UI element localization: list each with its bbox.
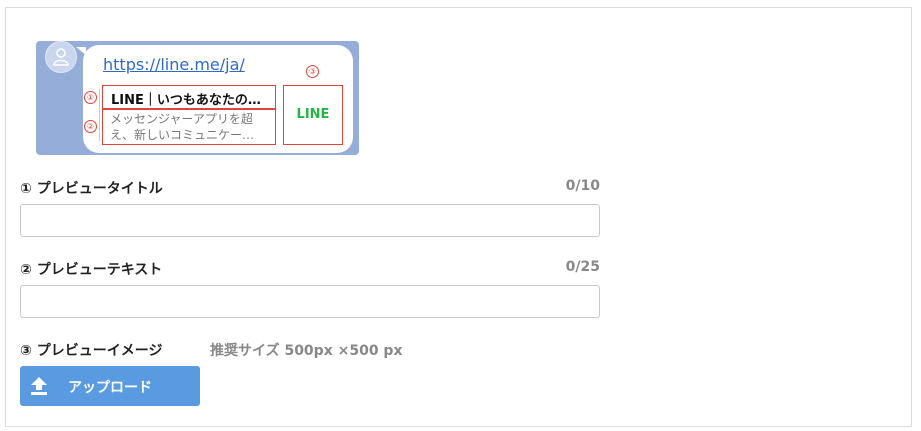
marker-1: ① <box>84 91 97 104</box>
title-field-label: ① プレビュータイトル <box>20 181 163 197</box>
upload-icon <box>31 377 47 395</box>
preview-title: LINE｜いつもあなたの… <box>111 93 261 108</box>
user-icon <box>53 48 69 66</box>
image-field-label: ③ プレビューイメージ <box>20 343 163 359</box>
avatar <box>45 41 77 73</box>
upload-button[interactable]: アップロード <box>20 366 200 406</box>
preview-title-box: LINE｜いつもあなたの… <box>102 85 276 109</box>
title-char-counter: 0/10 <box>565 178 600 194</box>
text-char-counter: 0/25 <box>565 259 600 275</box>
title-input[interactable] <box>20 204 600 237</box>
preview-text-line: え、新しいコミュニケー… <box>110 128 255 142</box>
text-input[interactable] <box>20 285 600 318</box>
marker-3: ③ <box>306 65 319 78</box>
preview-text-box: メッセンジャーアプリを超 え、新しいコミュニケー… <box>102 109 276 145</box>
link-preview: https://line.me/ja/ ① ② ③ LINE｜いつもあなたの… … <box>36 41 359 155</box>
message-bubble: https://line.me/ja/ ① ② ③ LINE｜いつもあなたの… … <box>83 45 353 153</box>
image-size-hint: 推奨サイズ 500px ×500 px <box>210 343 403 359</box>
line-logo: LINE <box>296 107 330 122</box>
upload-label: アップロード <box>68 379 152 395</box>
preview-image-box: LINE <box>283 85 343 145</box>
preview-text-line: メッセンジャーアプリを超 <box>110 112 253 126</box>
preview-url[interactable]: https://line.me/ja/ <box>103 55 245 74</box>
divider-line <box>99 89 100 141</box>
marker-2: ② <box>84 120 97 133</box>
text-field-label: ② プレビューテキスト <box>20 262 163 278</box>
